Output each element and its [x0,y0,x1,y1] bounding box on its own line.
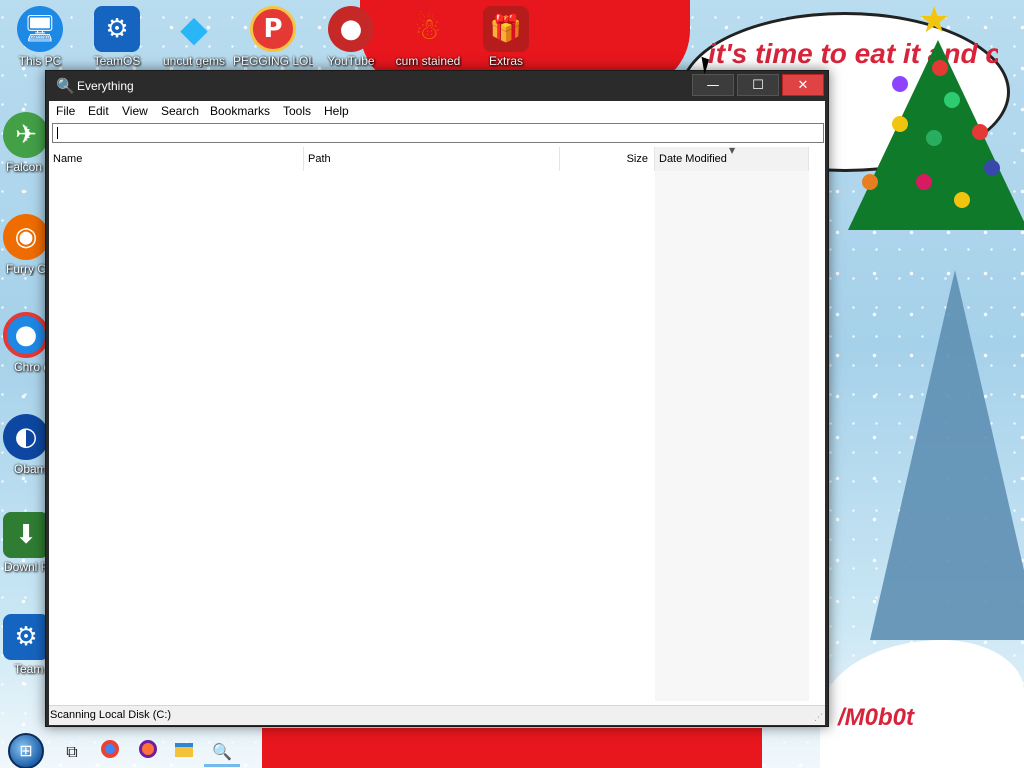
maximize-button[interactable]: ☐ [737,74,779,96]
wallpaper-red-shape [262,728,762,768]
ornament-icon [862,174,878,190]
menu-bar: File Edit View Search Bookmarks Tools He… [49,101,825,121]
window-client-area: File Edit View Search Bookmarks Tools He… [49,101,825,725]
chrome-icon: ● [3,312,49,358]
gem-icon: ◆ [180,8,208,50]
everything-window[interactable]: 🔍 Everything — ☐ ✕ File Edit View Search… [45,70,829,727]
task-view-icon[interactable]: ⧉ [60,740,84,764]
magnifier-app-icon: 🔍 [56,77,75,95]
desktop-icon-label: cum stained [395,54,461,68]
desktop-icon-label: PEGGING LOL [233,54,313,68]
ornament-icon [972,124,988,140]
firefox-icon: ◉ [3,214,49,260]
star-icon: ★ [918,0,951,41]
status-text: Scanning Local Disk (C:) [50,709,172,721]
desktop-icon-extras[interactable]: 🎁 Extras [466,6,546,68]
ornament-icon [954,192,970,208]
text-caret [57,127,58,139]
menu-view[interactable]: View [120,103,150,119]
desktop-icon-label: uncut gems [162,54,226,68]
title-bar[interactable]: 🔍 Everything — ☐ ✕ [46,71,828,101]
list-header: Name Path Size Date Modified ▼ [49,146,809,171]
ornament-icon [916,174,932,190]
minimize-button[interactable]: — [692,74,734,96]
desktop-icon-label: Extras [488,54,523,68]
download-icon: ⬇ [3,512,49,558]
column-header-size[interactable]: Size [560,147,655,171]
menu-bookmarks[interactable]: Bookmarks [208,103,272,119]
desktop-icon-label: This PC [18,54,62,68]
snowman-icon: ☃ [414,11,442,47]
ornament-icon [944,92,960,108]
gift-box-icon: 🎁 [483,6,529,52]
falcon-icon: ✈ [3,112,49,158]
resize-grip-icon[interactable]: ⋰ [814,713,823,723]
firefox-taskbar-icon[interactable] [136,740,160,764]
angry-bird-icon: ● [328,6,374,52]
desktop-icon-teamos[interactable]: ⚙ TeamOS [77,6,157,68]
desktop-icon-youtube[interactable]: ● YouTube [311,6,391,68]
ornament-icon [984,160,1000,176]
window-title: Everything [77,79,134,93]
menu-search[interactable]: Search [159,103,201,119]
ornament-icon [892,76,908,92]
sort-descending-icon: ▼ [729,146,736,155]
column-header-path[interactable]: Path [304,147,560,171]
menu-edit[interactable]: Edit [86,103,111,119]
everything-taskbar-icon[interactable]: 🔍 [210,740,234,764]
sorted-column-highlight [655,171,809,701]
column-header-name[interactable]: Name [49,147,304,171]
desktop-icon-label: YouTube [327,54,375,68]
desktop-icon-label: TeamOS [93,54,141,68]
results-list[interactable]: Name Path Size Date Modified ▼ [49,146,825,701]
vertical-scrollbar[interactable] [809,147,825,701]
menu-help[interactable]: Help [322,103,351,119]
monitor-icon: 🖥 [17,6,63,52]
active-app-indicator [204,764,240,767]
menu-file[interactable]: File [54,103,77,119]
ornament-icon [926,130,942,146]
gear-icon: ⚙ [3,614,49,660]
start-button[interactable]: ⊞ [8,733,44,768]
search-input[interactable] [52,123,824,143]
obama-logo-icon: ◐ [3,414,49,460]
menu-tools[interactable]: Tools [281,103,313,119]
file-explorer-taskbar-icon[interactable] [172,740,196,764]
desktop-icon-this-pc[interactable]: 🖥 This PC [0,6,80,68]
wallpaper-signature: /M0b0t [838,704,915,731]
wallpaper-blue-tree [870,270,1024,640]
ornament-icon [892,116,908,132]
ornament-icon [932,60,948,76]
peggle-p-icon: P [250,6,296,52]
close-button[interactable]: ✕ [782,74,824,96]
desktop-icon-pegging-lol[interactable]: P PEGGING LOL [233,6,313,68]
chrome-taskbar-icon[interactable] [98,740,122,764]
status-bar: Scanning Local Disk (C:) ⋰ [49,705,825,725]
desktop-icon-uncut-gems[interactable]: ◆ uncut gems [154,6,234,69]
desktop-icon-cum-stained[interactable]: ☃ cum stained [388,6,468,69]
gear-icon: ⚙ [94,6,140,52]
